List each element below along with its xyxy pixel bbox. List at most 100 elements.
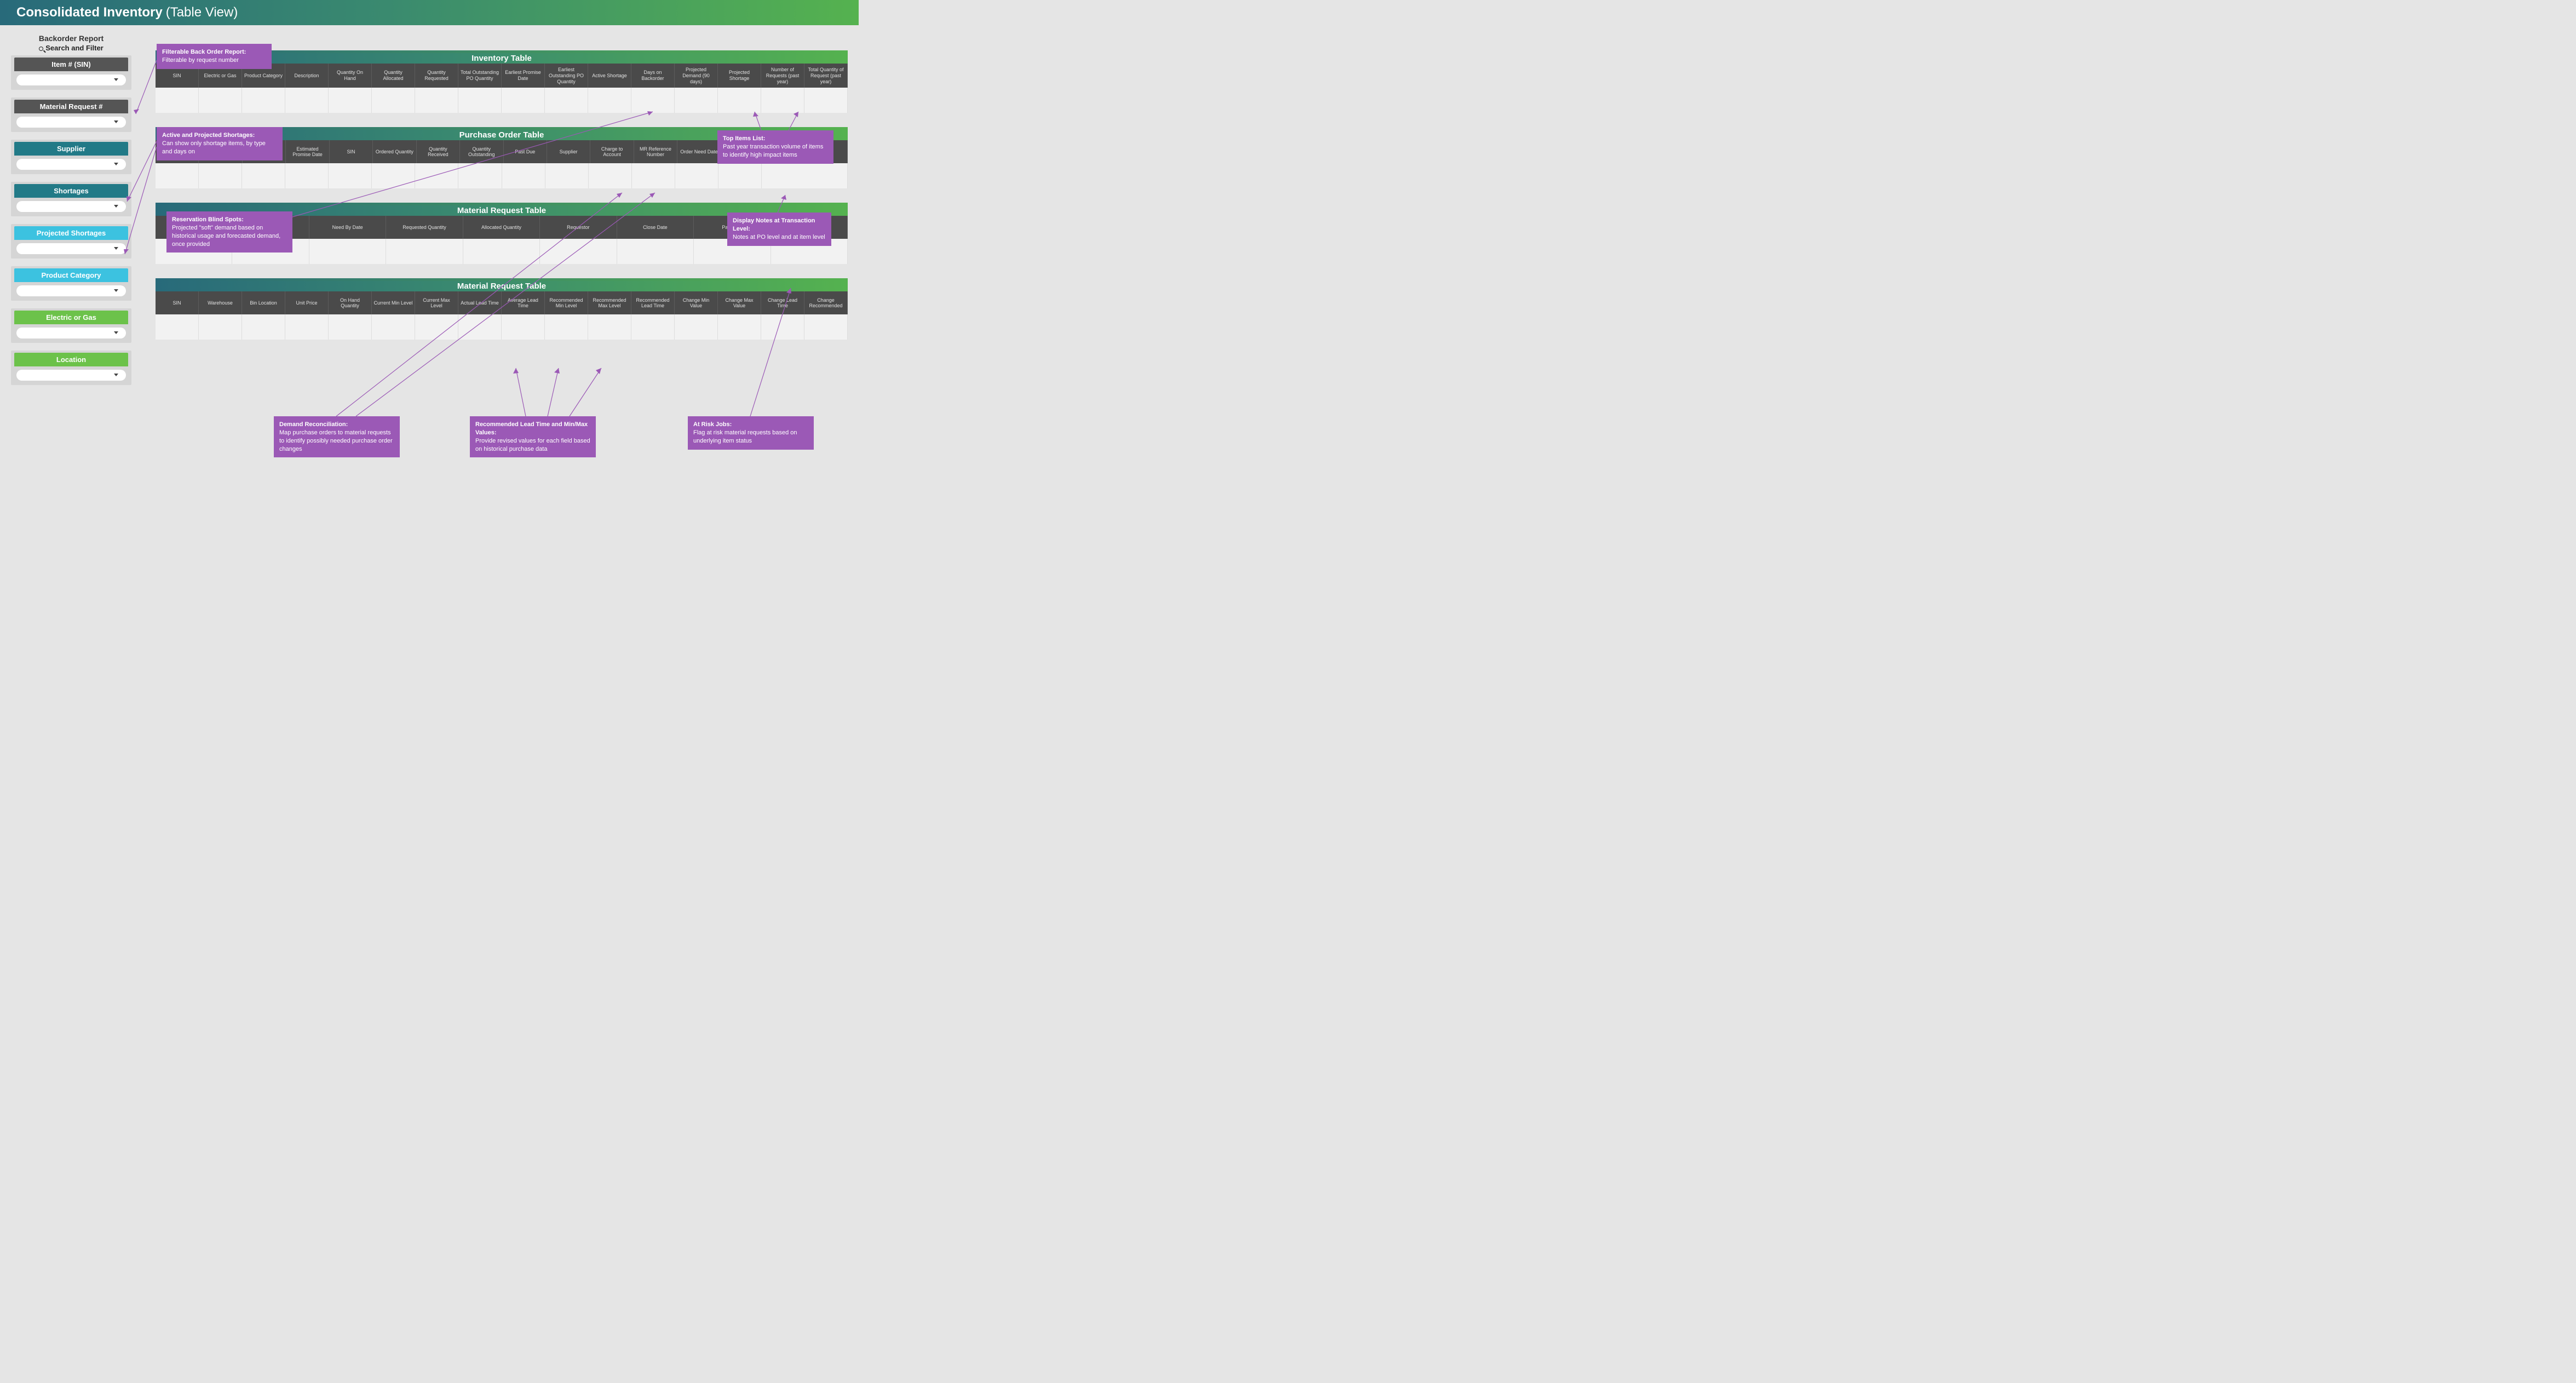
filter-5: Product Category <box>11 266 131 301</box>
column-header: Quantity Requested <box>415 64 458 88</box>
column-header: Requestor <box>540 216 617 239</box>
cell <box>156 163 199 188</box>
cell <box>463 239 540 264</box>
cell <box>309 239 386 264</box>
column-header: Earliest Outstanding PO Quantity <box>545 64 588 88</box>
column-header: Ordered Quantity <box>373 140 416 163</box>
column-header: Total Quantity of Request (past year) <box>804 64 848 88</box>
cell <box>458 163 502 188</box>
column-header: Number of Requests (past year) <box>761 64 804 88</box>
cell <box>617 239 694 264</box>
cell <box>675 314 718 340</box>
cell <box>588 314 631 340</box>
filter-1: Material Request # <box>11 97 131 132</box>
column-header: Quantity Received <box>417 140 460 163</box>
cell <box>386 239 463 264</box>
column-header: Earliest Promise Date <box>502 64 545 88</box>
cell <box>415 314 458 340</box>
column-header: Order Need Date <box>677 140 721 163</box>
column-header: Estimated Promise Date <box>286 140 329 163</box>
page-title-light: (Table View) <box>166 5 238 20</box>
filter-label: Item # (SIN) <box>14 58 128 71</box>
cell <box>588 88 631 113</box>
column-header: Total Outstanding PO Quantity <box>458 64 502 88</box>
cell <box>545 314 588 340</box>
column-header: Supplier <box>547 140 590 163</box>
column-header: Description <box>285 64 329 88</box>
column-header: Current Min Level <box>372 291 415 314</box>
column-header: Change Recommended <box>804 291 848 314</box>
filter-dropdown[interactable] <box>16 117 126 128</box>
filter-dropdown[interactable] <box>16 201 126 212</box>
filter-7: Location <box>11 351 131 385</box>
cell <box>502 88 545 113</box>
column-header: Quantity Allocated <box>372 64 415 88</box>
cell <box>762 163 848 188</box>
cell <box>458 88 502 113</box>
callout-atrisk: At Risk Jobs:Flag at risk material reque… <box>688 416 814 450</box>
column-header: Recommended Max Level <box>588 291 631 314</box>
callout-filterable: Filterable Back Order Report:Filterable … <box>157 44 272 69</box>
column-header: Quantity On Hand <box>329 64 372 88</box>
search-and-filter[interactable]: Search and Filter <box>11 44 131 52</box>
filter-dropdown[interactable] <box>16 74 126 85</box>
cell <box>285 314 329 340</box>
cell <box>156 314 199 340</box>
filter-label: Location <box>14 353 128 366</box>
column-header: Bin Location <box>242 291 285 314</box>
cell <box>199 314 242 340</box>
column-header: Need By Date <box>309 216 386 239</box>
column-header: Charge to Account <box>590 140 634 163</box>
cell <box>242 163 285 188</box>
cell <box>675 163 718 188</box>
callout-blind: Reservation Blind Spots:Projected "soft"… <box>166 211 292 253</box>
filter-dropdown[interactable] <box>16 328 126 338</box>
callout-topitems: Top Items List:Past year transaction vol… <box>717 130 833 164</box>
cell <box>242 88 285 113</box>
filter-dropdown[interactable] <box>16 370 126 381</box>
cell <box>329 163 372 188</box>
cell <box>718 314 761 340</box>
cell <box>675 88 718 113</box>
cell <box>329 314 372 340</box>
cell <box>545 88 588 113</box>
filter-dropdown[interactable] <box>16 159 126 170</box>
cell <box>631 314 675 340</box>
column-header: Allocated Quantity <box>463 216 540 239</box>
cell <box>761 88 804 113</box>
column-header: Warehouse <box>199 291 242 314</box>
cell <box>718 163 762 188</box>
cell <box>372 88 415 113</box>
column-header: Recommended Min Level <box>545 291 588 314</box>
page-header: Consolidated Inventory (Table View) <box>0 0 859 25</box>
material-request-table-2: Material Request Table SINWarehouseBin L… <box>156 278 848 340</box>
filter-label: Shortages <box>14 184 128 198</box>
cell <box>458 314 502 340</box>
cell <box>502 314 545 340</box>
column-header: SIN <box>330 140 373 163</box>
column-header: SIN <box>156 291 199 314</box>
cell <box>804 88 848 113</box>
filter-dropdown[interactable] <box>16 243 126 254</box>
column-header: Average Lead Time <box>502 291 545 314</box>
cell <box>329 88 372 113</box>
column-header: Change Lead Time <box>761 291 804 314</box>
cell <box>156 88 199 113</box>
column-header: MR Reference Number <box>634 140 677 163</box>
cell <box>199 163 242 188</box>
callout-leadtime: Recommended Lead Time and Min/Max Values… <box>470 416 596 457</box>
filter-6: Electric or Gas <box>11 308 131 343</box>
cell <box>804 314 848 340</box>
cell <box>372 163 415 188</box>
page-title-bold: Consolidated Inventory <box>16 5 163 20</box>
column-header: Close Date <box>617 216 694 239</box>
search-icon <box>39 47 43 51</box>
cell <box>589 163 632 188</box>
column-header: Recommended Lead Time <box>631 291 675 314</box>
filter-label: Supplier <box>14 142 128 156</box>
cell <box>545 163 589 188</box>
filter-2: Supplier <box>11 140 131 174</box>
cell <box>199 88 242 113</box>
main-content: Inventory Table SINElectric or GasProduc… <box>131 25 859 393</box>
filter-dropdown[interactable] <box>16 285 126 296</box>
